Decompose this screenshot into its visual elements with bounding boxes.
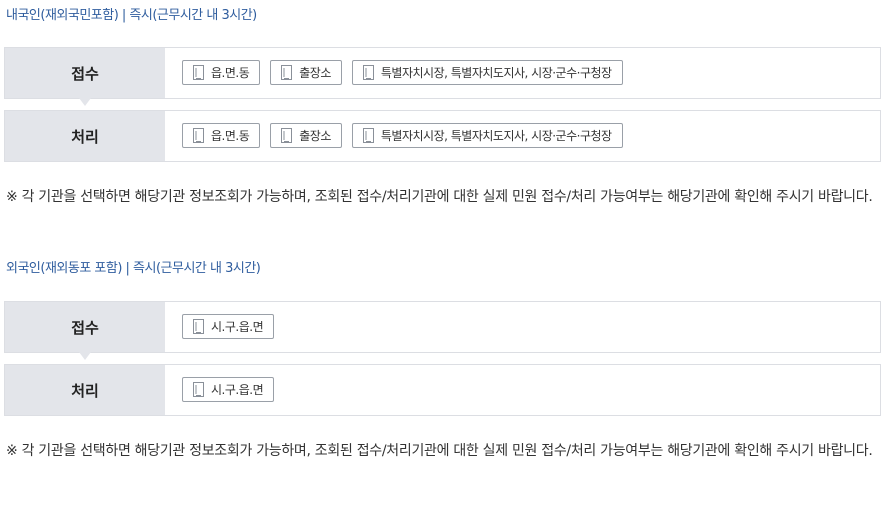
building-icon bbox=[281, 65, 293, 80]
button-label: 시.구.읍.면 bbox=[211, 320, 264, 334]
building-icon bbox=[362, 65, 374, 80]
button-label: 출장소 bbox=[299, 129, 331, 143]
building-icon bbox=[281, 128, 293, 143]
building-icon bbox=[362, 128, 374, 143]
foreign-section-title: 외국인(재외동포 포함) | 즉시(근무시간 내 3시간) bbox=[6, 261, 261, 276]
button-label: 특별자치시장, 특별자치도지사, 시장·군수·구청장 bbox=[380, 129, 612, 143]
domestic-process-row: 처리 읍.면.동 출장소 특별자치시장, 특별자치도지사, 시장·군수·구청장 bbox=[4, 110, 881, 162]
button-label: 특별자치시장, 특별자치도지사, 시장·군수·구청장 bbox=[380, 66, 612, 80]
domestic-process-branch-office-button[interactable]: 출장소 bbox=[270, 123, 342, 148]
domestic-notice: ※ 각 기관을 선택하면 해당기관 정보조회가 가능하며, 조회된 접수/처리기… bbox=[6, 189, 873, 205]
foreign-process-sigueupmyeon-button[interactable]: 시.구.읍.면 bbox=[182, 377, 275, 402]
domestic-process-eupmyeondong-button[interactable]: 읍.면.동 bbox=[182, 123, 261, 148]
foreign-receive-label: 접수 bbox=[5, 302, 165, 360]
domestic-section-title: 내국인(재외국민포함) | 즉시(근무시간 내 3시간) bbox=[6, 8, 257, 23]
foreign-process-label: 처리 bbox=[5, 365, 165, 415]
domestic-receive-mayor-button[interactable]: 특별자치시장, 특별자치도지사, 시장·군수·구청장 bbox=[351, 60, 623, 85]
button-label: 시.구.읍.면 bbox=[211, 383, 264, 397]
building-icon bbox=[193, 382, 204, 397]
domestic-receive-branch-office-button[interactable]: 출장소 bbox=[270, 60, 342, 85]
foreign-process-row: 처리 시.구.읍.면 bbox=[4, 364, 881, 416]
button-label: 읍.면.동 bbox=[211, 129, 250, 143]
domestic-receive-label: 접수 bbox=[5, 48, 165, 106]
button-label: 출장소 bbox=[299, 66, 331, 80]
foreign-receive-row: 접수 시.구.읍.면 bbox=[4, 301, 881, 360]
foreign-receive-sigueupmyeon-button[interactable]: 시.구.읍.면 bbox=[182, 314, 275, 339]
domestic-receive-row: 접수 읍.면.동 출장소 특별자치시장, 특별자치도지사, 시장·군수·구청장 bbox=[4, 47, 881, 106]
building-icon bbox=[193, 319, 204, 334]
foreign-notice: ※ 각 기관을 선택하면 해당기관 정보조회가 가능하며, 조회된 접수/처리기… bbox=[6, 443, 873, 459]
domestic-process-label: 처리 bbox=[5, 111, 165, 161]
domestic-process-mayor-button[interactable]: 특별자치시장, 특별자치도지사, 시장·군수·구청장 bbox=[351, 123, 623, 148]
building-icon bbox=[193, 65, 204, 80]
domestic-receive-eupmyeondong-button[interactable]: 읍.면.동 bbox=[182, 60, 261, 85]
building-icon bbox=[193, 128, 204, 143]
button-label: 읍.면.동 bbox=[211, 66, 250, 80]
